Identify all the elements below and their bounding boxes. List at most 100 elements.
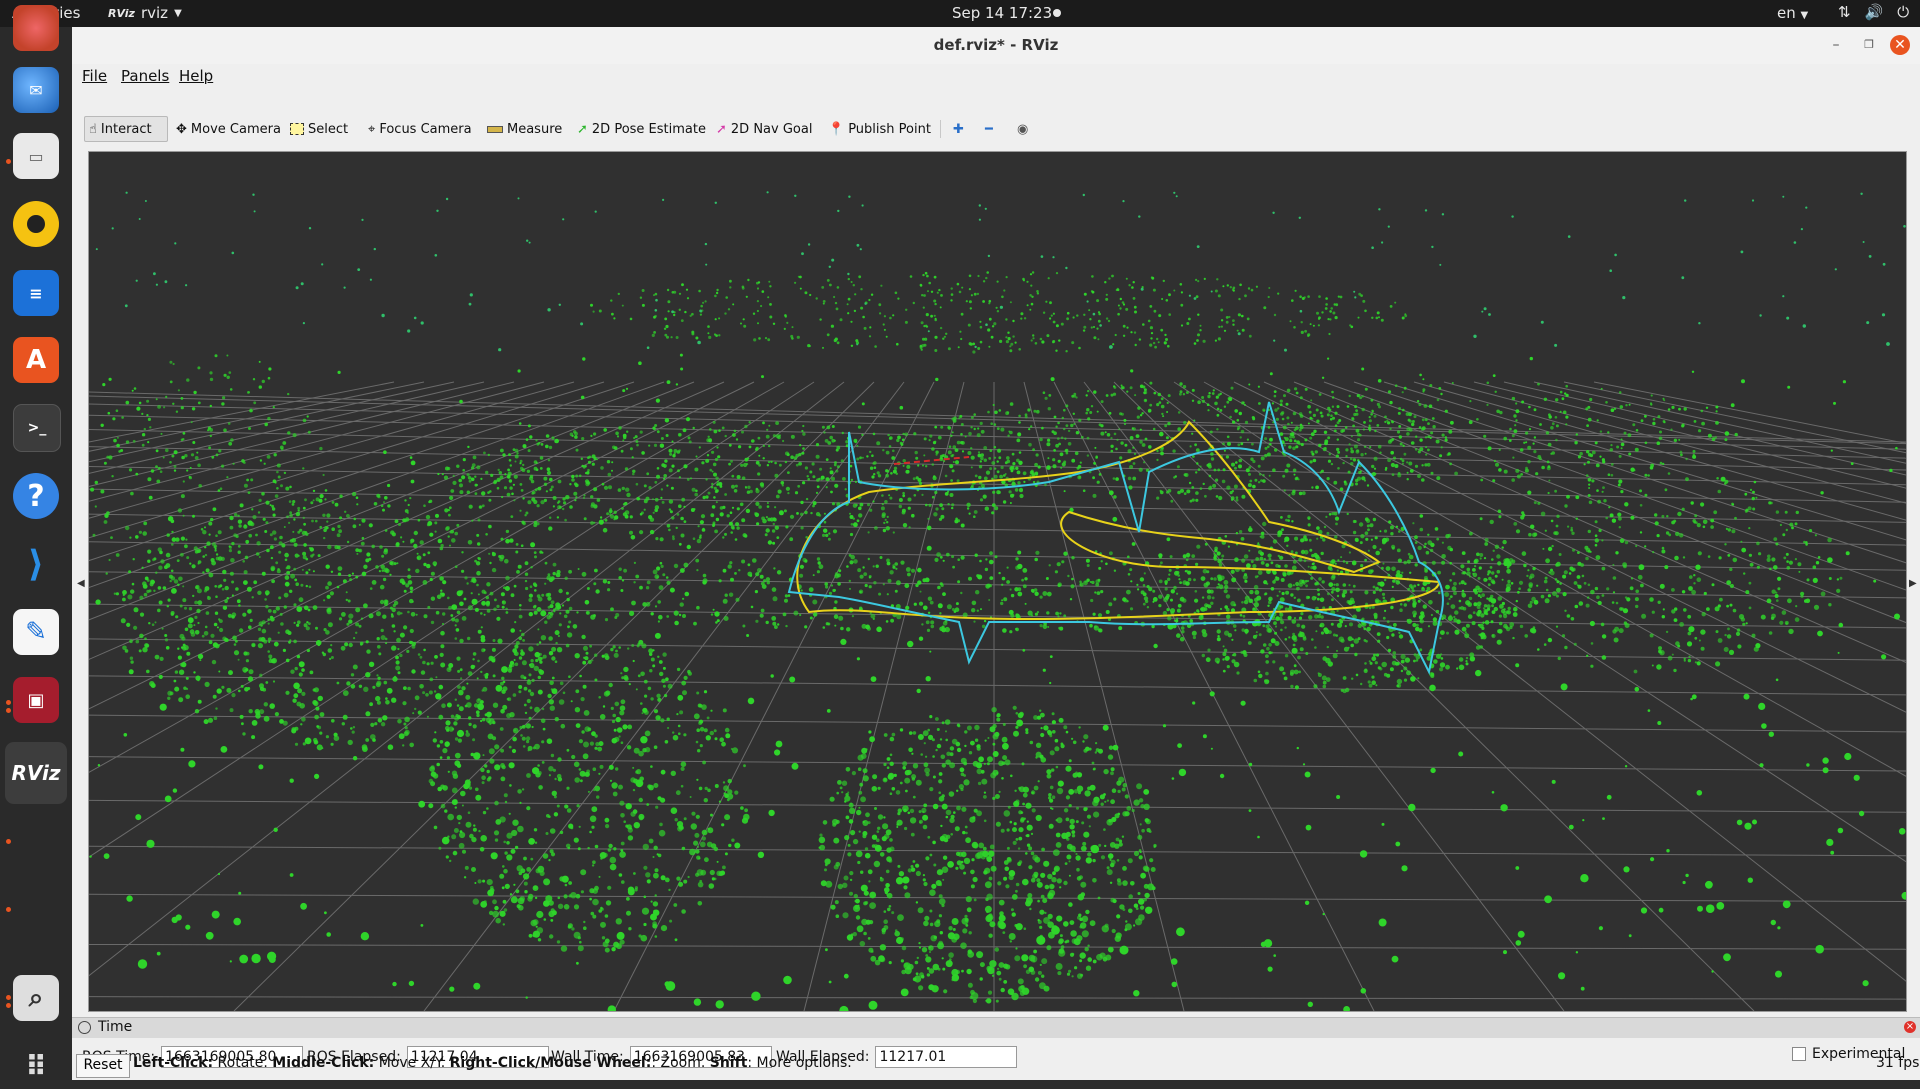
cloud-point (1369, 425, 1371, 427)
rviz-icon[interactable]: RViz (5, 742, 67, 804)
cloud-point (1056, 916, 1062, 922)
cloud-point (692, 488, 696, 492)
cloud-point (900, 782, 903, 785)
cloud-point (290, 574, 295, 579)
restore-icon[interactable]: ❐ (1859, 35, 1879, 55)
app-menu[interactable]: RViz rviz ▼ (108, 4, 182, 22)
publish-point-tool[interactable]: 📍Publish Point (824, 116, 935, 142)
cloud-point (382, 615, 386, 619)
cloud-point (1059, 886, 1061, 888)
cloud-point (329, 658, 331, 660)
cloud-point (1078, 914, 1081, 917)
cloud-point (346, 514, 350, 518)
focus-camera-tool[interactable]: ⌖Focus Camera (364, 116, 476, 142)
pink-arrow-icon: ➚ (716, 122, 727, 137)
cloud-point (1137, 416, 1140, 419)
window-titlebar[interactable]: def.rviz* - RViz – ❐ ✕ (72, 27, 1920, 65)
cloud-point (951, 418, 954, 421)
cloud-point (484, 900, 487, 903)
select-tool[interactable]: Select (286, 116, 352, 142)
search-icon[interactable]: ⌕ (13, 975, 59, 1021)
cloud-point (234, 650, 239, 655)
cloud-point (546, 832, 549, 835)
rhythmbox-icon[interactable] (13, 201, 59, 247)
firefox-icon[interactable] (13, 5, 59, 51)
cloud-point (552, 791, 557, 796)
cloud-point (579, 739, 583, 743)
cloud-point (902, 761, 907, 766)
cloud-point (833, 838, 839, 844)
left-dock-toggle-icon[interactable]: ◀ (77, 578, 85, 589)
cloud-point (707, 325, 710, 328)
cloud-point (987, 967, 994, 974)
cloud-point (437, 744, 440, 747)
interact-tool[interactable]: ☝Interact (84, 116, 168, 142)
help-icon[interactable]: ? (13, 473, 59, 519)
menu-help[interactable]: Help (179, 67, 213, 85)
cloud-point (1113, 393, 1116, 396)
text-editor-icon[interactable]: ✎ (13, 609, 59, 655)
cloud-point (444, 809, 447, 812)
cloud-point (1120, 441, 1123, 444)
cloud-point (1408, 462, 1412, 466)
cloud-point (890, 847, 895, 852)
files-icon[interactable]: ▭ (13, 133, 59, 179)
measure-tool[interactable]: Measure (483, 116, 566, 142)
nav-goal-tool[interactable]: ➚2D Nav Goal (712, 116, 816, 142)
cloud-point (1271, 561, 1274, 564)
app-grid-icon[interactable]: ⠿ (13, 1043, 59, 1089)
cloud-point (853, 932, 857, 936)
cloud-point (731, 475, 734, 478)
cloud-point (469, 505, 473, 509)
move-camera-tool[interactable]: ✥Move Camera (172, 116, 285, 142)
menu-file[interactable]: File (82, 67, 107, 85)
cloud-point (1016, 883, 1020, 887)
close-icon[interactable]: ✕ (1890, 35, 1910, 55)
render-viewport[interactable] (88, 151, 1907, 1012)
tool-properties-button[interactable]: ◉ (1013, 116, 1032, 142)
screen-recorder-icon[interactable]: ▣ (13, 677, 59, 723)
cloud-point (720, 506, 724, 510)
cloud-point (511, 830, 517, 836)
add-tool-button[interactable]: ✚ (949, 116, 968, 142)
cloud-point (884, 315, 886, 317)
cloud-point (640, 672, 645, 677)
thunderbird-icon[interactable]: ✉ (13, 67, 59, 113)
cloud-point (621, 880, 625, 884)
cloud-point (830, 797, 835, 802)
writer-icon[interactable]: ≡ (13, 270, 59, 316)
menu-panels[interactable]: Panels (121, 67, 169, 85)
cloud-point (1414, 535, 1418, 539)
clock[interactable]: Sep 14 17:23 (952, 4, 1052, 22)
right-dock-toggle-icon[interactable]: ▶ (1909, 578, 1917, 589)
cloud-point (1398, 407, 1401, 410)
cloud-point (660, 497, 662, 499)
cloud-point (501, 709, 503, 711)
remove-tool-button[interactable]: ━ (981, 116, 997, 142)
cloud-point (571, 475, 574, 478)
vscode-icon[interactable]: ⟩ (13, 541, 59, 587)
cloud-point (573, 492, 577, 496)
cloud-point (579, 675, 582, 678)
cloud-point (248, 534, 252, 538)
cloud-point (349, 578, 352, 581)
cloud-point (1180, 390, 1183, 393)
system-menu[interactable]: ⇅ 🔊 ⏻ ▼ (1838, 3, 1920, 21)
point-cloud-scene[interactable] (89, 152, 1906, 1011)
cloud-point (508, 453, 511, 456)
cloud-point (485, 533, 488, 536)
cloud-point (1330, 414, 1333, 417)
cloud-point (883, 522, 885, 524)
cloud-point (346, 681, 350, 685)
terminal-icon[interactable]: >_ (13, 404, 61, 452)
cloud-point (851, 523, 854, 526)
cloud-point (1418, 546, 1422, 550)
language-selector[interactable]: en ▼ (1777, 4, 1808, 22)
cloud-point (887, 908, 891, 912)
cloud-point (915, 961, 919, 965)
cloud-point (186, 556, 189, 559)
software-icon[interactable]: A (13, 337, 59, 383)
cloud-point (230, 572, 234, 576)
pose-estimate-tool[interactable]: ➚2D Pose Estimate (573, 116, 710, 142)
minimize-icon[interactable]: – (1826, 35, 1846, 55)
